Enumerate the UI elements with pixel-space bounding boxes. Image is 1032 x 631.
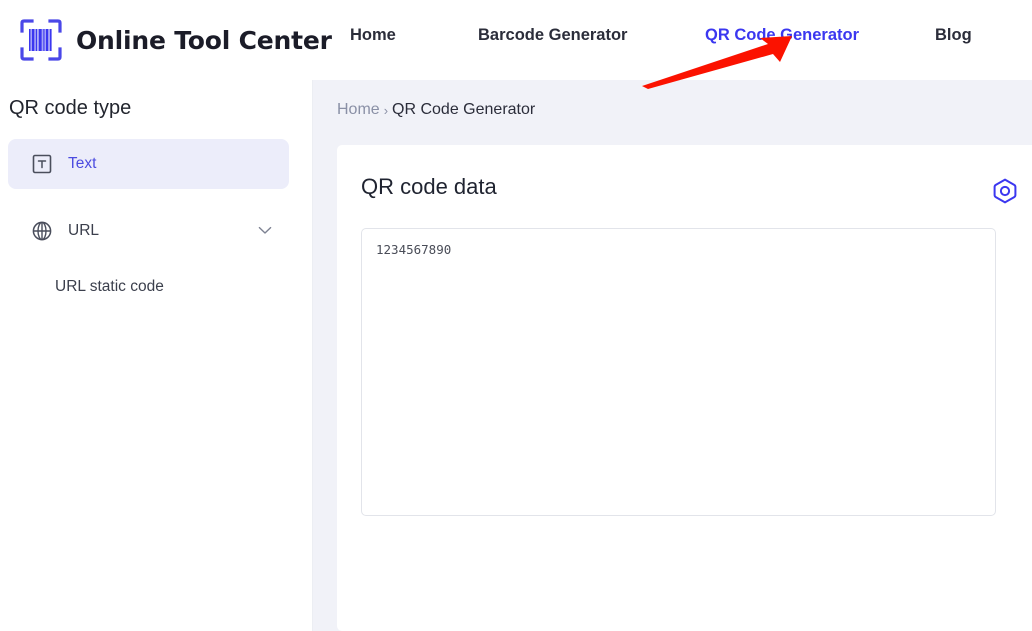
chevron-down-icon[interactable] [258,226,272,235]
sidebar-item-url-label: URL [68,222,100,239]
sidebar-subitem-url-static-code[interactable]: URL static code [0,268,289,306]
brand-logo-link[interactable]: Online Tool Center [18,15,332,65]
sidebar-item-text-label: Text [68,155,97,172]
breadcrumb-current: QR Code Generator [392,101,536,118]
globe-icon [32,221,52,241]
nav-item-blog[interactable]: Blog [935,26,972,45]
main-navigation: Home Barcode Generator QR Code Generator… [330,0,1032,80]
sidebar-item-url[interactable]: URL [8,206,289,256]
qr-code-data-card: QR code data [337,145,1032,631]
nav-item-barcode-generator[interactable]: Barcode Generator [478,26,627,45]
sidebar: QR code type Text URL URL static code [0,80,313,631]
nav-item-qr-code-generator[interactable]: QR Code Generator [705,26,859,45]
sidebar-item-text[interactable]: Text [8,139,289,189]
nav-item-home[interactable]: Home [350,26,396,45]
sidebar-title: QR code type [9,97,132,119]
barcode-scan-icon [20,19,62,61]
text-box-icon [32,154,52,174]
qr-code-data-textarea[interactable] [361,228,996,516]
site-header: Online Tool Center Home Barcode Generato… [0,0,1032,80]
card-title: QR code data [361,174,497,199]
brand-name: Online Tool Center [76,25,332,55]
breadcrumb-home[interactable]: Home [337,101,380,119]
breadcrumb: Home › QR Code Generator [337,101,535,119]
sidebar-subitem-label: URL static code [55,278,164,295]
page-root: Online Tool Center Home Barcode Generato… [0,0,1032,631]
breadcrumb-separator: › [383,102,389,118]
settings-hexagon-icon[interactable] [991,177,1019,205]
main-content: Home › QR Code Generator QR code data [313,80,1032,631]
